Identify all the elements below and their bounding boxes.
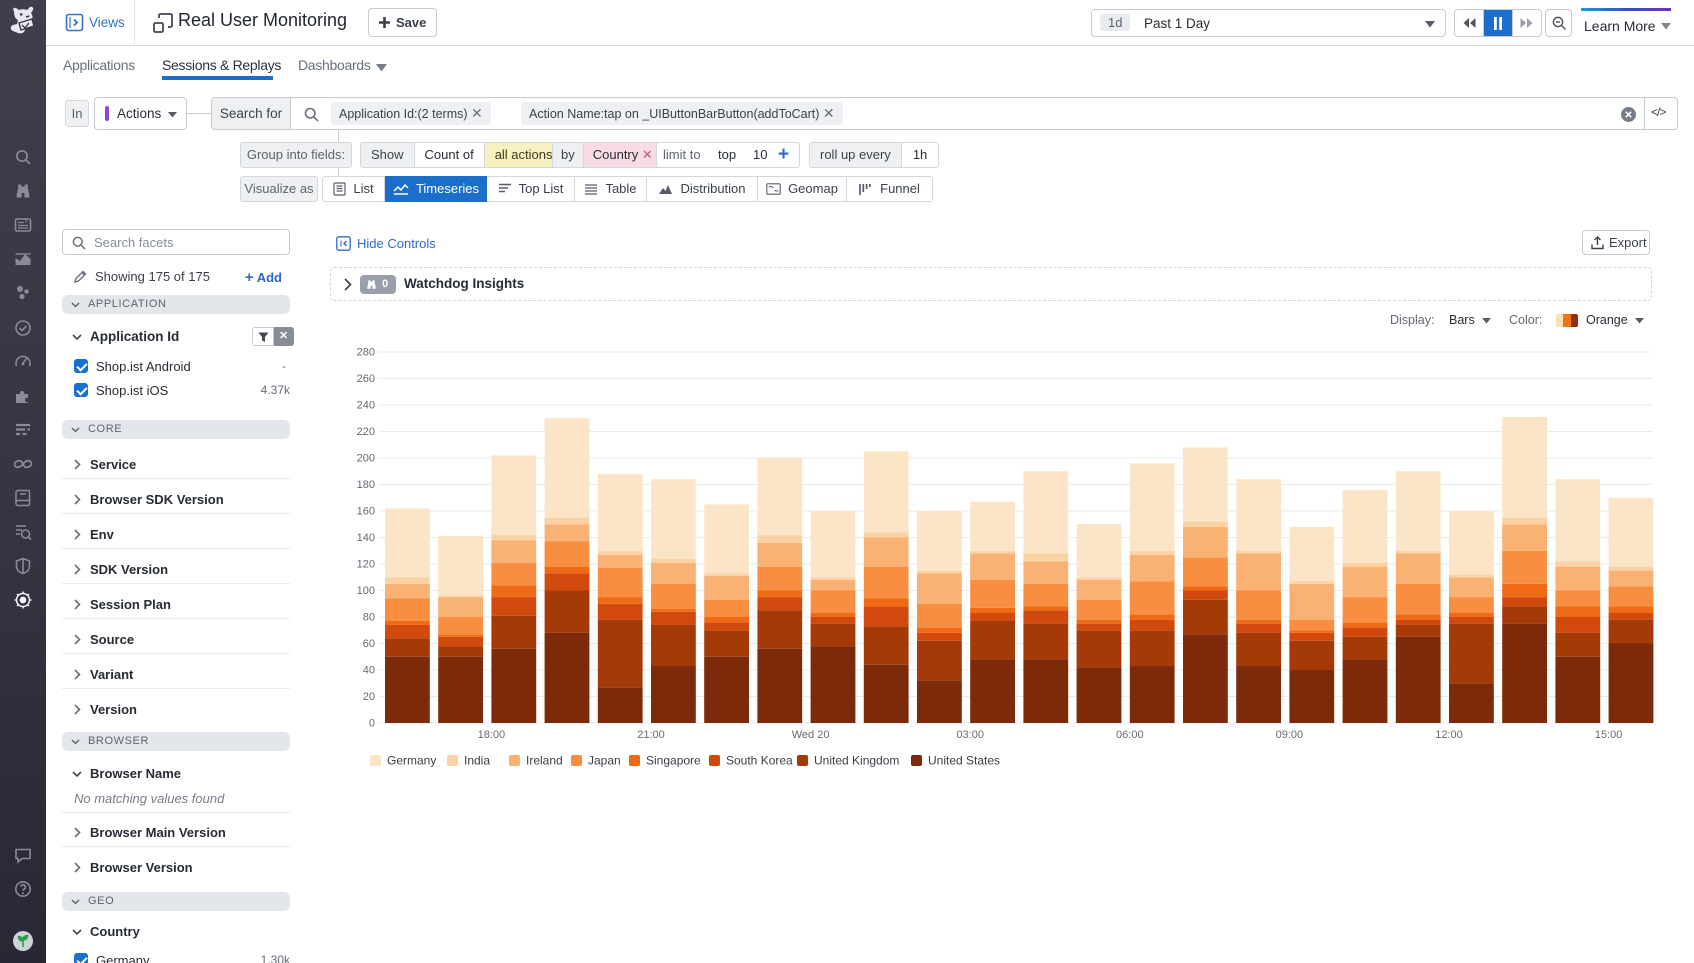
svg-text:India: India xyxy=(464,754,490,768)
svg-text:100: 100 xyxy=(357,585,375,597)
svg-text:60: 60 xyxy=(363,638,375,650)
svg-text:200: 200 xyxy=(357,453,375,465)
svg-text:United States: United States xyxy=(928,754,1000,768)
svg-text:0: 0 xyxy=(369,718,375,730)
svg-text:120: 120 xyxy=(357,559,375,571)
svg-text:40: 40 xyxy=(363,665,375,677)
svg-text:220: 220 xyxy=(357,426,375,438)
svg-text:Japan: Japan xyxy=(588,754,621,768)
svg-text:Germany: Germany xyxy=(387,754,436,768)
svg-text:21:00: 21:00 xyxy=(637,729,665,741)
svg-text:United Kingdom: United Kingdom xyxy=(814,754,899,768)
svg-text:140: 140 xyxy=(357,532,375,544)
svg-text:06:00: 06:00 xyxy=(1116,729,1144,741)
svg-text:03:00: 03:00 xyxy=(956,729,984,741)
svg-text:280: 280 xyxy=(357,347,375,359)
svg-text:Ireland: Ireland xyxy=(526,754,563,768)
svg-text:12:00: 12:00 xyxy=(1435,729,1463,741)
svg-text:180: 180 xyxy=(357,479,375,491)
svg-text:80: 80 xyxy=(363,612,375,624)
svg-text:160: 160 xyxy=(357,506,375,518)
svg-text:15:00: 15:00 xyxy=(1595,729,1623,741)
svg-text:09:00: 09:00 xyxy=(1276,729,1304,741)
svg-text:260: 260 xyxy=(357,373,375,385)
svg-text:South Korea: South Korea xyxy=(726,754,793,768)
svg-text:20: 20 xyxy=(363,691,375,703)
svg-text:18:00: 18:00 xyxy=(478,729,506,741)
svg-text:240: 240 xyxy=(357,400,375,412)
svg-text:Wed 20: Wed 20 xyxy=(792,729,830,741)
svg-text:Singapore: Singapore xyxy=(646,754,701,768)
